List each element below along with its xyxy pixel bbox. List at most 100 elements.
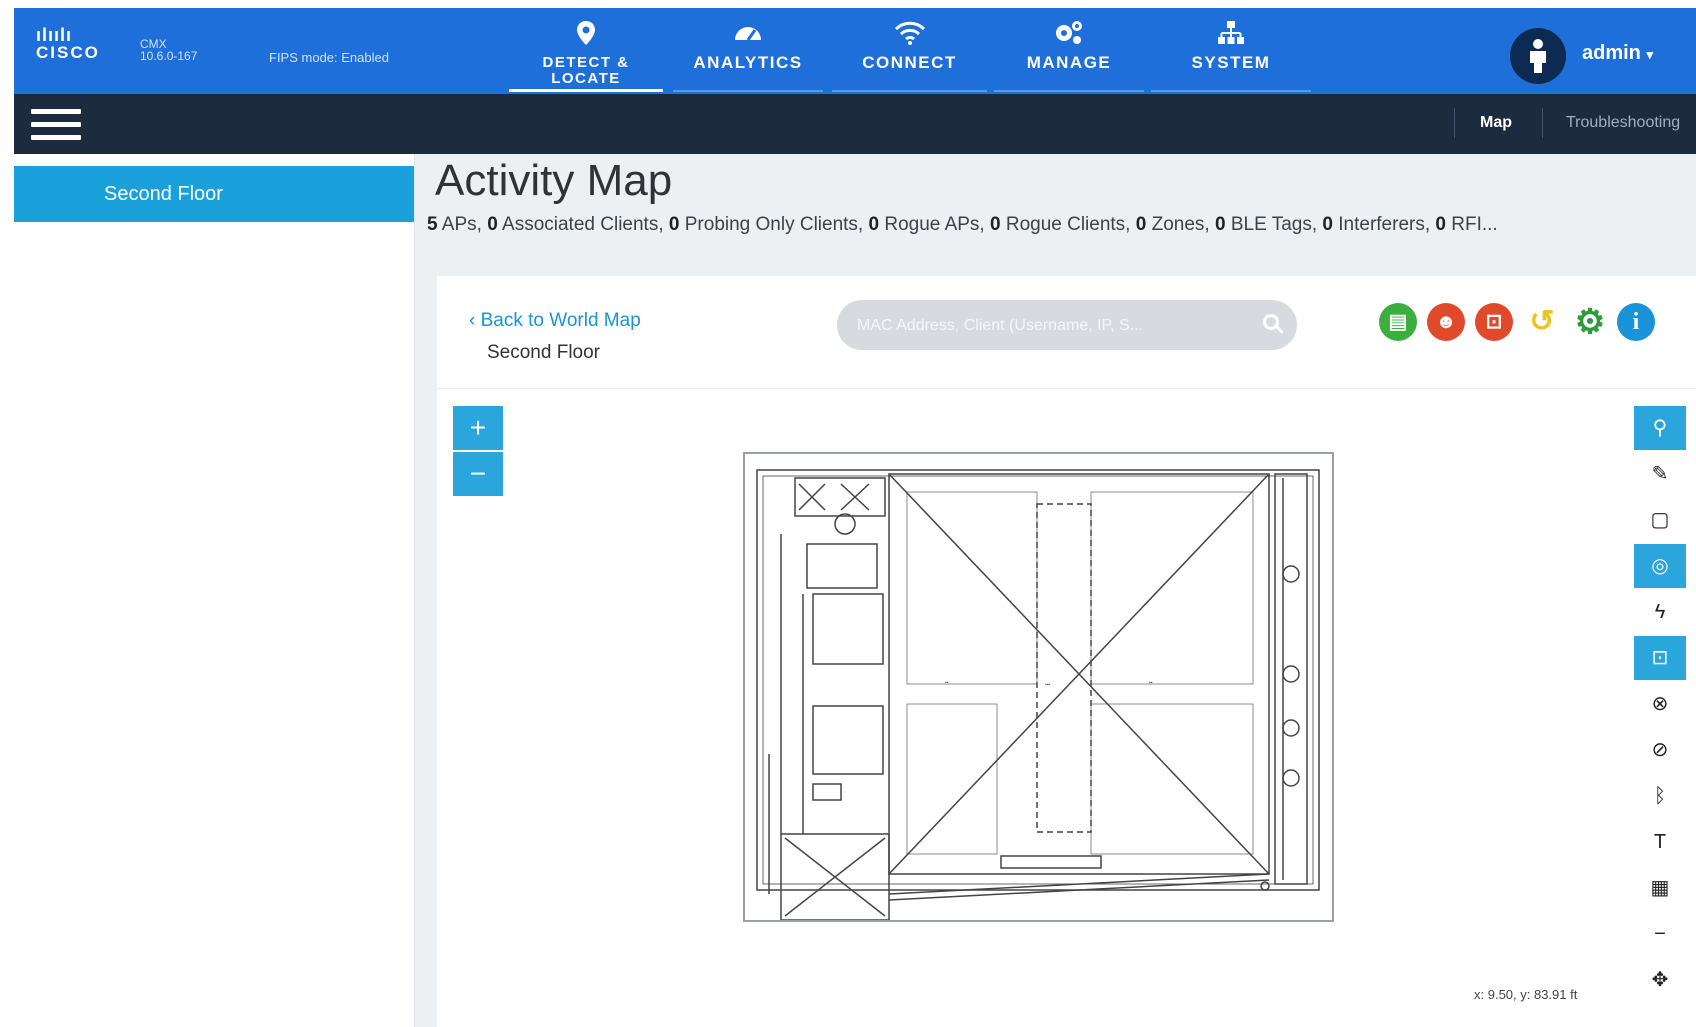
summary-count: 0 — [989, 214, 1001, 235]
slash-icon[interactable]: ⊘ — [1634, 728, 1686, 772]
client-icon[interactable]: ☻ — [1427, 303, 1465, 341]
nav-analytics[interactable]: ANALYTICS — [673, 8, 823, 94]
settings-gear-icon[interactable]: ⚙ — [1571, 303, 1609, 341]
summary-label: Associated Clients, — [497, 214, 669, 235]
product-version: CMX 10.6.0-167 — [140, 38, 197, 62]
main-content: Activity Map 5 APs, 0 Associated Clients… — [415, 154, 1696, 1027]
summary-count: 0 — [1214, 214, 1226, 235]
wifi-icon — [832, 20, 987, 52]
clients-off-icon[interactable]: ⊗ — [1634, 682, 1686, 726]
location-pin-icon — [509, 20, 663, 52]
summary-label: APs, — [437, 214, 488, 235]
svg-text:▪▪▪: ▪▪▪ — [1045, 682, 1051, 688]
grid-icon[interactable]: ▦ — [1634, 866, 1686, 910]
sidebar-item-second-floor[interactable]: Second Floor — [14, 166, 414, 222]
crosshair-icon[interactable]: ✥ — [1634, 958, 1686, 1002]
activity-summary: 5 APs, 0 Associated Clients, 0 Probing O… — [427, 214, 1498, 236]
nav-detect-locate[interactable]: DETECT & LOCATE — [509, 8, 663, 94]
version-number: 10.6.0-167 — [140, 49, 198, 63]
hamburger-menu-icon[interactable] — [31, 109, 81, 149]
summary-count: 0 — [1322, 214, 1333, 235]
brand-name: CISCO — [36, 43, 100, 62]
target-icon[interactable]: ◎ — [1634, 544, 1686, 588]
chevron-left-icon: ‹ — [469, 310, 476, 331]
zoom-in-button[interactable]: + — [453, 406, 503, 450]
username: admin ▾ — [1582, 42, 1653, 65]
summary-count: 0 — [1135, 214, 1147, 235]
nav-label: CONNECT — [862, 53, 957, 72]
floor-sidebar: Second Floor — [14, 154, 415, 1027]
lock-icon[interactable]: ⊡ — [1475, 303, 1513, 341]
summary-count: 0 — [868, 214, 880, 235]
lightning-icon[interactable]: ϟ — [1634, 590, 1686, 634]
pin-icon[interactable]: ⚲ — [1634, 406, 1686, 450]
sidebar-item-label: Second Floor — [104, 183, 223, 205]
summary-label: Probing Only Clients, — [679, 214, 869, 235]
minus-icon[interactable]: − — [1634, 912, 1686, 956]
svg-text:▪▪: ▪▪ — [1149, 680, 1153, 686]
tab-divider — [1454, 108, 1455, 138]
current-floor-name: Second Floor — [487, 342, 601, 363]
report-icon[interactable]: ▤ — [1379, 303, 1417, 341]
dashboard-gauge-icon — [673, 20, 823, 50]
nav-label: DETECT & LOCATE — [542, 54, 630, 87]
summary-count: 0 — [1435, 214, 1446, 235]
nav-manage[interactable]: MANAGE — [994, 8, 1144, 94]
nav-connect[interactable]: CONNECT — [832, 8, 987, 94]
nav-label: ANALYTICS — [693, 53, 803, 72]
cisco-logo: ılıılı CISCO — [36, 26, 100, 62]
map-layer-toolbar: ⚲ ✎ ▢ ◎ ϟ ⊡ ⊗ ⊘ ᛒ T ▦ − ✥ — [1634, 406, 1686, 1004]
nav-system[interactable]: SYSTEM — [1151, 8, 1311, 94]
active-indicator — [509, 89, 663, 92]
client-search — [837, 300, 1297, 350]
nav-divider — [832, 90, 987, 92]
summary-count: 0 — [668, 214, 680, 235]
tab-troubleshooting[interactable]: Troubleshooting — [1566, 114, 1680, 132]
username-text: admin — [1582, 42, 1641, 64]
svg-text:▪▪: ▪▪ — [945, 680, 949, 686]
floor-plan-drawing: ▪▪ ▪▪ ▪▪▪ — [756, 469, 1320, 921]
gears-icon — [994, 20, 1144, 52]
map-card: ‹ Back to World Map Second Floor ▤ ☻ ⊡ ↺… — [437, 276, 1696, 1027]
summary-label: Interferers, — [1332, 214, 1436, 235]
filter-icon[interactable]: T — [1634, 820, 1686, 864]
back-link-label: Back to World Map — [480, 310, 641, 331]
app-window: ılıılı CISCO CMX 10.6.0-167 FIPS mode: E… — [14, 8, 1696, 1027]
summary-label: Zones, — [1146, 214, 1215, 235]
nav-divider — [994, 90, 1144, 92]
tab-map[interactable]: Map — [1480, 114, 1512, 132]
summary-count: 0 — [487, 214, 498, 235]
tag-lock-icon[interactable]: ⊡ — [1634, 636, 1686, 680]
nav-label: SYSTEM — [1191, 53, 1271, 72]
nav-divider — [1151, 90, 1311, 92]
summary-label: Rogue APs, — [879, 214, 990, 235]
info-icon[interactable]: i — [1617, 303, 1655, 341]
sub-header: Map Troubleshooting — [14, 94, 1696, 154]
tab-divider — [1542, 108, 1543, 138]
summary-label: Rogue Clients, — [1000, 214, 1136, 235]
search-input[interactable] — [855, 312, 1259, 340]
square-icon[interactable]: ▢ — [1634, 498, 1686, 542]
page-title: Activity Map — [435, 156, 673, 205]
caret-down-icon: ▾ — [1646, 47, 1653, 62]
top-header: ılıılı CISCO CMX 10.6.0-167 FIPS mode: E… — [14, 8, 1696, 94]
zoom-controls: + − — [453, 406, 503, 498]
zoom-out-button[interactable]: − — [453, 452, 503, 496]
cursor-coordinates: x: 9.50, y: 83.91 ft — [1474, 987, 1578, 1002]
nav-label: MANAGE — [1026, 53, 1112, 72]
bluetooth-icon[interactable]: ᛒ — [1634, 774, 1686, 818]
hierarchy-icon — [1151, 20, 1311, 52]
nav-divider — [673, 90, 823, 92]
user-avatar-icon — [1510, 28, 1566, 84]
floor-plan-image[interactable]: ▪▪ ▪▪ ▪▪▪ — [743, 452, 1334, 922]
history-icon[interactable]: ↺ — [1523, 303, 1561, 341]
back-to-world-map-link[interactable]: ‹ Back to World Map — [469, 310, 641, 332]
pencil-icon[interactable]: ✎ — [1634, 452, 1686, 496]
map-card-header: ‹ Back to World Map Second Floor ▤ ☻ ⊡ ↺… — [437, 276, 1696, 389]
search-icon[interactable] — [1263, 314, 1279, 330]
summary-label: BLE Tags, — [1225, 214, 1323, 235]
cisco-bars-icon: ılıılı — [36, 25, 73, 45]
summary-label: RFI... — [1445, 214, 1498, 235]
fips-status: FIPS mode: Enabled — [269, 50, 389, 65]
summary-count: 5 — [427, 214, 438, 235]
